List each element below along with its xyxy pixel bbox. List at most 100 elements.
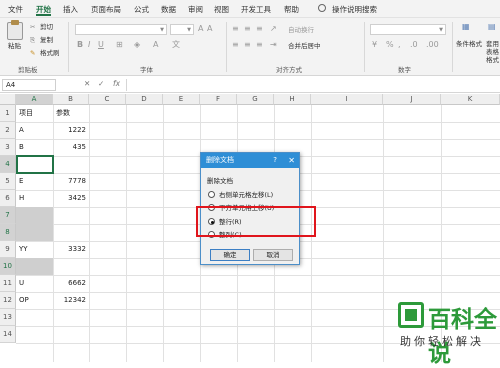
bold-icon[interactable]: B — [77, 40, 83, 50]
row-header[interactable]: 14 — [0, 326, 16, 343]
orientation-icon[interactable]: ↗ — [270, 24, 277, 34]
conditional-format-icon[interactable]: ▦ — [462, 22, 470, 32]
selected-cell[interactable] — [16, 207, 53, 224]
row-header[interactable]: 10 — [0, 258, 16, 275]
align-center-icon[interactable]: ≡ — [244, 40, 251, 50]
row-header[interactable]: 3 — [0, 139, 16, 156]
table-cell[interactable]: U — [16, 275, 53, 292]
fill-color-icon[interactable]: ◈ — [134, 40, 140, 50]
tab-review[interactable]: 审阅 — [188, 3, 203, 16]
align-left-icon[interactable]: ≡ — [232, 40, 239, 50]
tab-page-layout[interactable]: 页面布局 — [91, 3, 121, 16]
selected-cell[interactable] — [16, 258, 53, 275]
tab-home[interactable]: 开始 — [36, 3, 51, 16]
insert-function-button[interactable]: fx — [113, 79, 120, 88]
tab-data[interactable]: 数据 — [161, 3, 176, 16]
row-header[interactable]: 12 — [0, 292, 16, 309]
cut-icon[interactable]: ✂ — [30, 23, 35, 31]
align-right-icon[interactable]: ≡ — [256, 40, 263, 50]
tab-formulas[interactable]: 公式 — [134, 3, 149, 16]
copy-button[interactable]: 复制 — [40, 36, 53, 44]
format-painter-button[interactable]: 格式刷 — [40, 49, 60, 57]
table-cell[interactable]: B — [16, 139, 53, 156]
row-header[interactable]: 9 — [0, 241, 16, 258]
name-box[interactable]: A4 — [2, 79, 56, 91]
column-header[interactable]: D — [126, 94, 163, 105]
column-header[interactable]: G — [237, 94, 274, 105]
tab-view[interactable]: 视图 — [214, 3, 229, 16]
copy-icon[interactable]: ⎘ — [30, 36, 35, 44]
row-header[interactable]: 4 — [0, 156, 16, 173]
table-cell[interactable]: H — [16, 190, 53, 207]
column-header[interactable]: E — [163, 94, 200, 105]
wrap-text-button[interactable]: 自动换行 — [288, 26, 314, 34]
table-cell[interactable]: A — [16, 122, 53, 139]
table-cell[interactable]: 7778 — [53, 173, 89, 190]
tab-insert[interactable]: 插入 — [63, 3, 78, 16]
tell-me-search[interactable]: 操作说明搜索 — [332, 3, 377, 16]
row-header[interactable]: 11 — [0, 275, 16, 292]
cancel-button[interactable]: 取消 — [253, 249, 293, 261]
row-header[interactable]: 5 — [0, 173, 16, 190]
help-icon[interactable]: ? — [273, 153, 277, 168]
row-header[interactable]: 7 — [0, 207, 16, 224]
percent-icon[interactable]: % — [386, 40, 394, 50]
table-cell[interactable]: 6662 — [53, 275, 89, 292]
decrease-decimal-icon[interactable]: .00 — [426, 40, 439, 50]
cut-button[interactable]: 剪切 — [40, 23, 53, 31]
radio-button[interactable] — [208, 191, 215, 198]
column-header[interactable]: J — [383, 94, 441, 105]
confirm-entry-icon[interactable]: ✓ — [98, 79, 104, 88]
column-header[interactable]: A — [16, 94, 53, 105]
paste-button[interactable]: 粘贴 — [8, 42, 21, 50]
number-format-combo[interactable]: ▼ — [370, 24, 446, 35]
column-header[interactable]: K — [441, 94, 500, 105]
font-size-combo[interactable]: ▼ — [170, 24, 194, 35]
conditional-format-button[interactable]: 条件格式 — [456, 40, 482, 48]
column-header[interactable]: F — [200, 94, 237, 105]
phonetic-icon[interactable]: 文 — [172, 40, 180, 50]
column-header[interactable]: B — [53, 94, 89, 105]
row-header[interactable]: 13 — [0, 309, 16, 326]
ok-button[interactable]: 确定 — [210, 249, 250, 261]
table-format-button[interactable]: 套用表格格式 — [486, 40, 500, 64]
underline-icon[interactable]: U — [98, 40, 104, 50]
increase-decimal-icon[interactable]: .0 — [410, 40, 418, 50]
selected-cell[interactable] — [16, 224, 53, 241]
align-bottom-icon[interactable]: ≡ — [256, 24, 263, 34]
font-color-icon[interactable]: A — [153, 40, 158, 50]
align-top-icon[interactable]: ≡ — [232, 24, 239, 34]
border-icon[interactable]: ⊞ — [116, 40, 123, 50]
currency-icon[interactable]: ¥ — [372, 40, 377, 50]
row-header[interactable]: 2 — [0, 122, 16, 139]
table-cell[interactable]: YY — [16, 241, 53, 258]
grow-font-icon[interactable]: A — [198, 24, 203, 34]
italic-icon[interactable]: I — [88, 40, 90, 50]
table-cell[interactable]: 3332 — [53, 241, 89, 258]
merge-center-button[interactable]: 合并后居中 — [288, 42, 321, 50]
tab-file[interactable]: 文件 — [8, 3, 23, 16]
font-name-combo[interactable]: ▼ — [75, 24, 167, 35]
table-cell[interactable]: 12342 — [53, 292, 89, 309]
cancel-entry-icon[interactable]: ✕ — [84, 79, 90, 88]
indent-icon[interactable]: ⇥ — [270, 40, 277, 50]
table-format-icon[interactable]: ▤ — [488, 22, 496, 32]
table-cell[interactable]: E — [16, 173, 53, 190]
align-middle-icon[interactable]: ≡ — [244, 24, 251, 34]
close-icon[interactable]: ✕ — [288, 153, 295, 168]
table-cell[interactable]: OP — [16, 292, 53, 309]
select-all-corner[interactable] — [0, 94, 16, 105]
row-header[interactable]: 1 — [0, 105, 16, 122]
table-cell[interactable]: 参数 — [53, 105, 89, 122]
table-cell[interactable]: 项目 — [16, 105, 53, 122]
row-header[interactable]: 6 — [0, 190, 16, 207]
table-cell[interactable]: 435 — [53, 139, 89, 156]
comma-icon[interactable]: , — [398, 40, 401, 50]
shrink-font-icon[interactable]: A — [207, 24, 212, 34]
table-cell[interactable]: 1222 — [53, 122, 89, 139]
tab-help[interactable]: 帮助 — [284, 3, 299, 16]
table-cell[interactable]: 3425 — [53, 190, 89, 207]
column-header[interactable]: I — [311, 94, 383, 105]
formula-input[interactable] — [126, 79, 498, 91]
row-header[interactable]: 8 — [0, 224, 16, 241]
